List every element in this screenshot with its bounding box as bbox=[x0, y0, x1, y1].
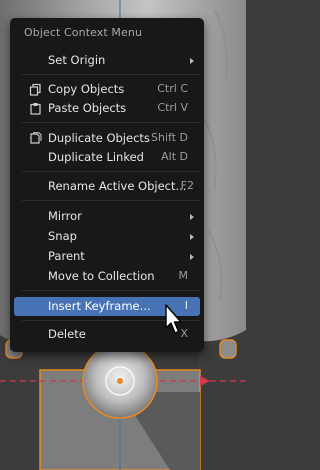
menu-item-label: Set Origin bbox=[48, 53, 106, 67]
menu-item-mirror[interactable]: Mirror bbox=[14, 207, 200, 226]
mouse-cursor-icon bbox=[165, 304, 182, 334]
menu-item-label: Rename Active Object... bbox=[48, 179, 187, 193]
menu-item-duplicate-objects[interactable]: Duplicate Objects Shift D bbox=[14, 129, 200, 148]
menu-item-label: Snap bbox=[48, 229, 77, 243]
menu-item-label: Duplicate Linked bbox=[48, 150, 144, 164]
menu-item-label: Paste Objects bbox=[48, 101, 127, 115]
menu-separator bbox=[22, 122, 200, 123]
menu-separator bbox=[22, 74, 200, 75]
menu-item-rename-active-object[interactable]: Rename Active Object... F2 bbox=[14, 177, 200, 196]
submenu-arrow-icon bbox=[190, 214, 194, 220]
submenu-arrow-icon bbox=[190, 234, 194, 240]
duplicate-icon bbox=[30, 132, 42, 144]
menu-item-parent[interactable]: Parent bbox=[14, 247, 200, 266]
menu-item-move-to-collection[interactable]: Move to Collection M bbox=[14, 267, 200, 286]
menu-item-snap[interactable]: Snap bbox=[14, 227, 200, 246]
menu-item-shortcut: M bbox=[178, 269, 189, 282]
menu-separator bbox=[22, 171, 200, 172]
menu-item-shortcut: Alt D bbox=[161, 150, 188, 163]
menu-item-label: Mirror bbox=[48, 209, 82, 223]
menu-item-duplicate-linked[interactable]: Duplicate Linked Alt D bbox=[14, 148, 200, 167]
copy-icon bbox=[29, 83, 41, 96]
paste-icon bbox=[30, 103, 41, 115]
menu-item-label: Copy Objects bbox=[48, 82, 125, 96]
menu-item-label: Delete bbox=[48, 327, 86, 341]
menu-item-paste-objects[interactable]: Paste Objects Ctrl V bbox=[14, 99, 200, 118]
submenu-arrow-icon bbox=[190, 58, 194, 64]
menu-item-label: Duplicate Objects bbox=[48, 131, 150, 145]
menu-item-shortcut: F2 bbox=[180, 179, 194, 192]
menu-item-shortcut: Shift D bbox=[151, 131, 188, 144]
menu-separator bbox=[22, 290, 200, 291]
menu-item-label: Parent bbox=[48, 249, 85, 263]
submenu-arrow-icon bbox=[190, 254, 194, 260]
menu-item-shortcut: I bbox=[184, 299, 188, 312]
menu-separator bbox=[22, 200, 200, 201]
menu-item-copy-objects[interactable]: Copy Objects Ctrl C bbox=[14, 80, 200, 99]
menu-item-shortcut: Ctrl V bbox=[157, 101, 188, 114]
object-context-menu: Object Context Menu Set Origin Copy Obje… bbox=[10, 18, 204, 352]
menu-item-label: Move to Collection bbox=[48, 269, 155, 283]
menu-title: Object Context Menu bbox=[24, 26, 143, 39]
menu-item-set-origin[interactable]: Set Origin bbox=[14, 51, 200, 70]
menu-item-shortcut: Ctrl C bbox=[157, 82, 188, 95]
menu-item-label: Insert Keyframe... bbox=[48, 299, 151, 313]
